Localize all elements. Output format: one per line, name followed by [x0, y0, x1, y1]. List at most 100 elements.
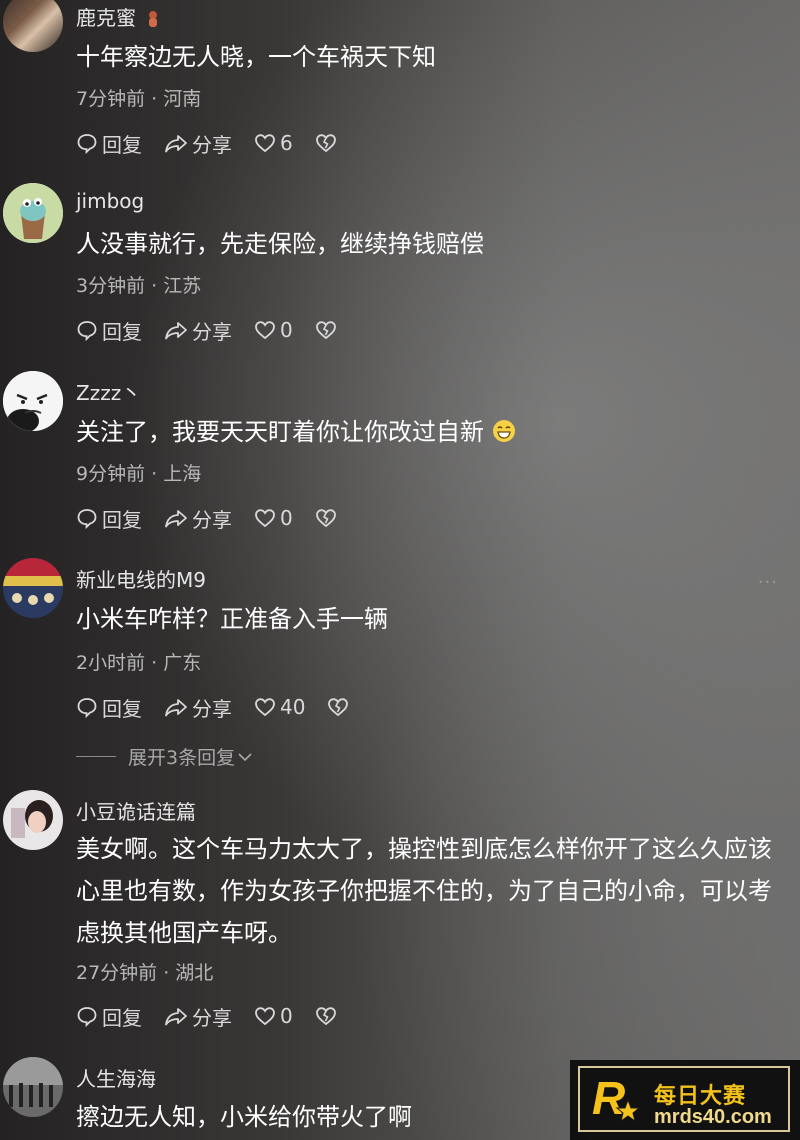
- share-label: 分享: [192, 132, 232, 157]
- comment-meta: 3分钟前 · 江苏: [76, 275, 202, 297]
- avatar[interactable]: [3, 1057, 63, 1117]
- broken-heart-icon: [315, 1007, 336, 1026]
- share-arrow-icon: [165, 1008, 187, 1026]
- comment-meta: 2小时前 · 广东: [76, 652, 202, 674]
- avatar-illustration: [3, 183, 63, 243]
- heart-icon: [255, 134, 275, 153]
- avatar[interactable]: [3, 371, 63, 431]
- heart-icon: [255, 698, 275, 717]
- broken-heart-icon: [328, 698, 349, 717]
- heart-icon: [255, 321, 275, 340]
- grinning-emoji-icon: [492, 414, 516, 442]
- reply-label: 回复: [102, 507, 142, 532]
- share-arrow-icon: [165, 510, 187, 528]
- chevron-down-icon: [238, 752, 252, 761]
- comment-text: 关注了，我要天天盯着你让你改过自新: [76, 411, 776, 453]
- comment-username[interactable]: 小豆诡话连篇: [76, 796, 196, 825]
- more-options-button[interactable]: ···: [758, 572, 778, 593]
- share-arrow-icon: [165, 135, 187, 153]
- broken-heart-icon: [315, 134, 336, 153]
- dislike-button[interactable]: [315, 133, 341, 153]
- expand-replies-label: 展开3条回复: [128, 747, 236, 769]
- reply-button[interactable]: 回复: [76, 316, 142, 345]
- comment-meta: 9分钟前 · 上海: [76, 463, 202, 485]
- like-count: 0: [280, 1004, 293, 1028]
- dislike-button[interactable]: [315, 320, 341, 340]
- share-button[interactable]: 分享: [164, 504, 232, 533]
- dislike-button[interactable]: [315, 508, 341, 528]
- reply-label: 回复: [102, 132, 142, 157]
- comment-text: 美女啊。这个车马力太大了，操控性到底怎么样你开了这么久应该心里也有数，作为女孩子…: [76, 835, 772, 947]
- reply-bubble-icon: [77, 321, 97, 341]
- share-label: 分享: [192, 507, 232, 532]
- like-button[interactable]: 6: [254, 131, 293, 155]
- comment-actions: 回复 分享 0: [76, 503, 363, 533]
- broken-heart-icon: [315, 509, 336, 528]
- reply-label: 回复: [102, 696, 142, 721]
- heart-icon: [255, 1007, 275, 1026]
- share-button[interactable]: 分享: [164, 316, 232, 345]
- heart-icon: [255, 509, 275, 528]
- broken-heart-icon: [315, 321, 336, 340]
- share-arrow-icon: [165, 322, 187, 340]
- watermark-frame: R 每日大赛 mrds40.com: [578, 1066, 790, 1132]
- comment-actions: 回复 分享 40: [76, 692, 375, 722]
- expand-replies-button[interactable]: 展开3条回复: [76, 743, 253, 770]
- divider-line: [76, 756, 116, 757]
- avatar[interactable]: [3, 0, 63, 52]
- avatar[interactable]: [3, 183, 63, 243]
- share-label: 分享: [192, 319, 232, 344]
- share-label: 分享: [192, 1005, 232, 1030]
- share-arrow-icon: [165, 699, 187, 717]
- like-count: 0: [280, 318, 293, 342]
- share-label: 分享: [192, 696, 232, 721]
- comment-text: 人没事就行，先走保险，继续挣钱赔偿: [76, 230, 484, 258]
- avatar[interactable]: [3, 558, 63, 618]
- bear-emoji-icon: [146, 9, 160, 27]
- reply-label: 回复: [102, 319, 142, 344]
- reply-button[interactable]: 回复: [76, 1002, 142, 1031]
- comment-username[interactable]: 新业电线的M9: [76, 564, 206, 593]
- comment-text: 十年察边无人晓，一个车祸天下知: [76, 43, 436, 71]
- like-button[interactable]: 0: [254, 506, 293, 530]
- watermark-url: mrds40.com: [654, 1106, 772, 1128]
- reply-button[interactable]: 回复: [76, 504, 142, 533]
- share-button[interactable]: 分享: [164, 129, 232, 158]
- comment-text: 擦边无人知，小米给你带火了啊: [76, 1103, 412, 1131]
- comment-text: 小米车咋样？正准备入手一辆: [76, 605, 388, 633]
- watermark-logo-letter: R: [592, 1072, 625, 1124]
- comment-actions: 回复 分享 0: [76, 1001, 363, 1031]
- comment-actions: 回复 分享 0: [76, 315, 363, 345]
- dislike-button[interactable]: [315, 1006, 341, 1026]
- avatar-illustration: [3, 1057, 63, 1117]
- avatar-illustration: [3, 371, 63, 431]
- comment-username[interactable]: jimbog: [76, 189, 144, 213]
- avatar-illustration: [3, 790, 63, 850]
- reply-bubble-icon: [77, 698, 97, 718]
- watermark: R 每日大赛 mrds40.com: [570, 1060, 800, 1140]
- reply-button[interactable]: 回复: [76, 693, 142, 722]
- avatar[interactable]: [3, 790, 63, 850]
- reply-bubble-icon: [77, 1007, 97, 1027]
- like-button[interactable]: 40: [254, 695, 305, 719]
- reply-label: 回复: [102, 1005, 142, 1030]
- reply-bubble-icon: [77, 509, 97, 529]
- comment-meta: 7分钟前 · 河南: [76, 88, 202, 110]
- comment-username[interactable]: Zzzz丶: [76, 377, 141, 406]
- dislike-button[interactable]: [327, 697, 353, 717]
- like-count: 40: [280, 695, 306, 719]
- comment-username[interactable]: 鹿克蜜: [76, 2, 160, 31]
- reply-button[interactable]: 回复: [76, 129, 142, 158]
- like-count: 0: [280, 506, 293, 530]
- comment-username[interactable]: 人生海海: [76, 1063, 156, 1092]
- watermark-logo: R: [588, 1070, 644, 1128]
- like-button[interactable]: 0: [254, 318, 293, 342]
- reply-bubble-icon: [77, 134, 97, 154]
- share-button[interactable]: 分享: [164, 1002, 232, 1031]
- share-button[interactable]: 分享: [164, 693, 232, 722]
- like-button[interactable]: 0: [254, 1004, 293, 1028]
- like-count: 6: [280, 131, 293, 155]
- comment-actions: 回复 分享 6: [76, 128, 363, 158]
- avatar-illustration: [3, 558, 63, 618]
- comment-meta: 27分钟前 · 湖北: [76, 962, 214, 984]
